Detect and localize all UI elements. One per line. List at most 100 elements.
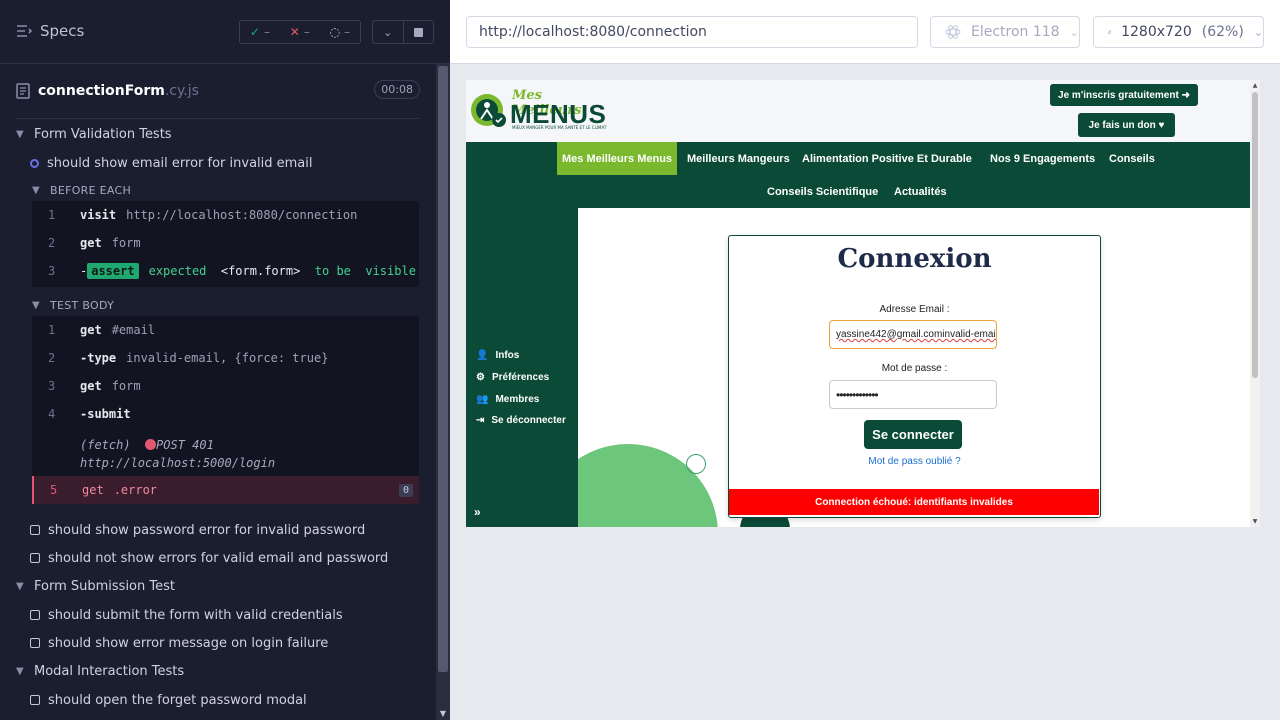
chevron-down-icon: ▼ (16, 665, 24, 677)
pending-test-icon (30, 525, 40, 535)
sidebar-item-logout[interactable]: ⇥ Se déconnecter (476, 415, 566, 426)
command-row[interactable]: 1 get #email (32, 316, 419, 344)
assert-command-row[interactable]: 3 - assert expected <form.form> to be vi… (32, 257, 419, 285)
nav-conseils-scientifique[interactable]: Conseils Scientifique (767, 175, 878, 208)
browser-name: Electron 118 (971, 24, 1060, 40)
suite-modal-interaction[interactable]: ▼ Modal Interaction Tests (16, 660, 450, 682)
suite-form-submission[interactable]: ▼ Form Submission Test (16, 575, 450, 597)
app-scrollbar[interactable]: ▲ ▼ (1250, 80, 1260, 527)
assert-text: expected <form.form> to be visible (148, 264, 416, 278)
suite-title: Modal Interaction Tests (34, 663, 185, 679)
test-title: should show error message on login failu… (48, 635, 329, 651)
test-body-header[interactable]: ▼ TEST BODY (32, 294, 450, 316)
users-icon: 👥 (476, 394, 489, 405)
test-pending[interactable]: should not show errors for valid email a… (30, 547, 450, 569)
pending-test-icon (30, 638, 40, 648)
stop-icon (413, 27, 423, 37)
scroll-up-icon[interactable]: ▲ (1250, 82, 1260, 89)
failed-command-row[interactable]: 5 get .error 0 (32, 476, 419, 504)
nav-meilleurs-mangeurs[interactable]: Meilleurs Mangeurs (687, 142, 790, 175)
url-bar[interactable]: http://localhost:8080/connection (466, 16, 918, 48)
spec-file-ext: .cy.js (164, 83, 199, 99)
fetch-label: (fetch) (80, 438, 131, 452)
chevron-down-icon: ▼ (16, 580, 24, 592)
nav-actualites[interactable]: Actualités (894, 175, 947, 208)
nav-alimentation[interactable]: Alimentation Positive Et Durable (802, 142, 972, 175)
test-title: should not show errors for valid email a… (48, 550, 389, 566)
login-form: Connexion Adresse Email : yassine442@gma… (728, 235, 1101, 518)
login-arrow-icon: ➜ (1181, 89, 1190, 101)
test-title: should open the forget password modal (48, 692, 307, 708)
fetch-log[interactable]: (fetch) POST 401 http://localhost:5000/l… (80, 436, 275, 472)
specs-button[interactable]: Specs (16, 22, 84, 40)
command-row[interactable]: 1 visit http://localhost:8080/connection (32, 201, 419, 229)
forgot-password-link[interactable]: Mot de pass oublié ? (729, 456, 1100, 467)
decorative-ring (686, 454, 706, 474)
pending-test-icon (30, 610, 40, 620)
command-row[interactable]: 3 get form (32, 372, 419, 400)
nav-engagements[interactable]: Nos 9 Engagements (990, 142, 1095, 175)
chevron-down-icon: ▼ (32, 299, 40, 311)
reporter-scrollbar[interactable]: ▲ ▼ (436, 64, 450, 720)
test-title: should submit the form with valid creden… (48, 607, 343, 623)
browser-selector[interactable]: Electron 118 ⌄ (930, 16, 1080, 48)
scroll-down-icon[interactable]: ▼ (1250, 518, 1260, 525)
aut-header: http://localhost:8080/connection Electro… (450, 0, 1280, 64)
nav-conseils[interactable]: Conseils (1109, 142, 1155, 175)
spec-duration: 00:08 (374, 80, 420, 99)
signup-button[interactable]: Je m'inscris gratuitement ➜ (1050, 84, 1198, 106)
test-body-label: TEST BODY (50, 298, 115, 312)
collapse-all-button[interactable]: ⌄ (373, 21, 404, 43)
logout-icon: ⇥ (476, 415, 485, 426)
site-logo[interactable]: Mes Meilleurs MENUS MIEUX MANGER POUR MA… (468, 88, 608, 132)
fetch-url: http://localhost:5000/login (80, 456, 276, 470)
scroll-down-icon[interactable]: ▼ (438, 709, 448, 718)
stop-button[interactable] (404, 21, 434, 43)
sidebar-item-membres[interactable]: 👥 Membres (476, 394, 539, 405)
test-pending[interactable]: should open the forget password modal (30, 689, 450, 711)
chevron-down-icon: ⌄ (1069, 25, 1079, 39)
fetch-method: POST 401 (156, 438, 214, 452)
url-text: http://localhost:8080/connection (479, 24, 707, 40)
before-each-header[interactable]: ▼ BEFORE EACH (32, 179, 450, 201)
suite-form-validation[interactable]: ▼ Form Validation Tests (16, 123, 450, 145)
test-pending[interactable]: should submit the form with valid creden… (30, 604, 450, 626)
viewport-size: 1280x720 (1121, 24, 1192, 40)
viewport-selector[interactable]: 1280x720 (62%) ⌄ (1093, 16, 1264, 48)
form-title: Connexion (837, 244, 992, 274)
pending-test-icon (30, 553, 40, 563)
divider (16, 118, 420, 119)
ruler-icon (1108, 30, 1112, 34)
test-running[interactable]: should show email error for invalid emai… (30, 152, 450, 174)
spec-file-title: connectionForm .cy.js 00:08 (16, 80, 420, 102)
sidebar-item-preferences[interactable]: ⚙ Préférences (476, 372, 549, 383)
chevron-down-icon: ⌄ (1253, 25, 1263, 39)
app-topbar: Mes Meilleurs MENUS MIEUX MANGER POUR MA… (466, 80, 1250, 142)
nav-mes-meilleurs-menus[interactable]: Mes Meilleurs Menus (557, 142, 678, 175)
test-pending[interactable]: should show error message on login failu… (30, 632, 450, 654)
sidebar-item-infos[interactable]: 👤 Infos (476, 350, 519, 361)
scrollbar-thumb[interactable] (1252, 92, 1258, 378)
login-button[interactable]: Se connecter (864, 420, 962, 449)
test-pending[interactable]: should show password error for invalid p… (30, 519, 450, 541)
command-row[interactable]: 2 get form (32, 229, 419, 257)
scrollbar-thumb[interactable] (438, 66, 448, 672)
specs-label: Specs (40, 22, 85, 40)
email-label: Adresse Email : (879, 304, 950, 315)
command-row[interactable]: 4 -submit (32, 400, 419, 428)
password-field[interactable]: ••••••••••••• (829, 380, 997, 409)
app-main: Connexion Adresse Email : yassine442@gma… (578, 208, 1250, 527)
donate-button[interactable]: Je fais un don ♥ (1078, 113, 1175, 137)
email-field[interactable]: yassine442@gmail.cominvalid-email (829, 320, 997, 349)
chevron-down-icon: ⌄ (383, 25, 393, 39)
electron-icon (945, 25, 961, 39)
test-title: should show email error for invalid emai… (47, 155, 313, 171)
command-row[interactable]: 2 -type invalid-email, {force: true} (32, 344, 419, 372)
main-nav: Mes Meilleurs Menus Meilleurs Mangeurs A… (466, 142, 1250, 208)
logo-emblem-icon (471, 94, 506, 127)
chevron-down-icon: ▼ (32, 184, 40, 196)
cross-icon: ✕ (289, 25, 300, 39)
cypress-reporter: Specs ✓ – ✕ – ◌ – ⌄ connectionForm .cy.js 0… (0, 0, 450, 720)
sidebar-expand-icon[interactable]: » (474, 505, 481, 519)
specs-list-icon (17, 25, 32, 37)
